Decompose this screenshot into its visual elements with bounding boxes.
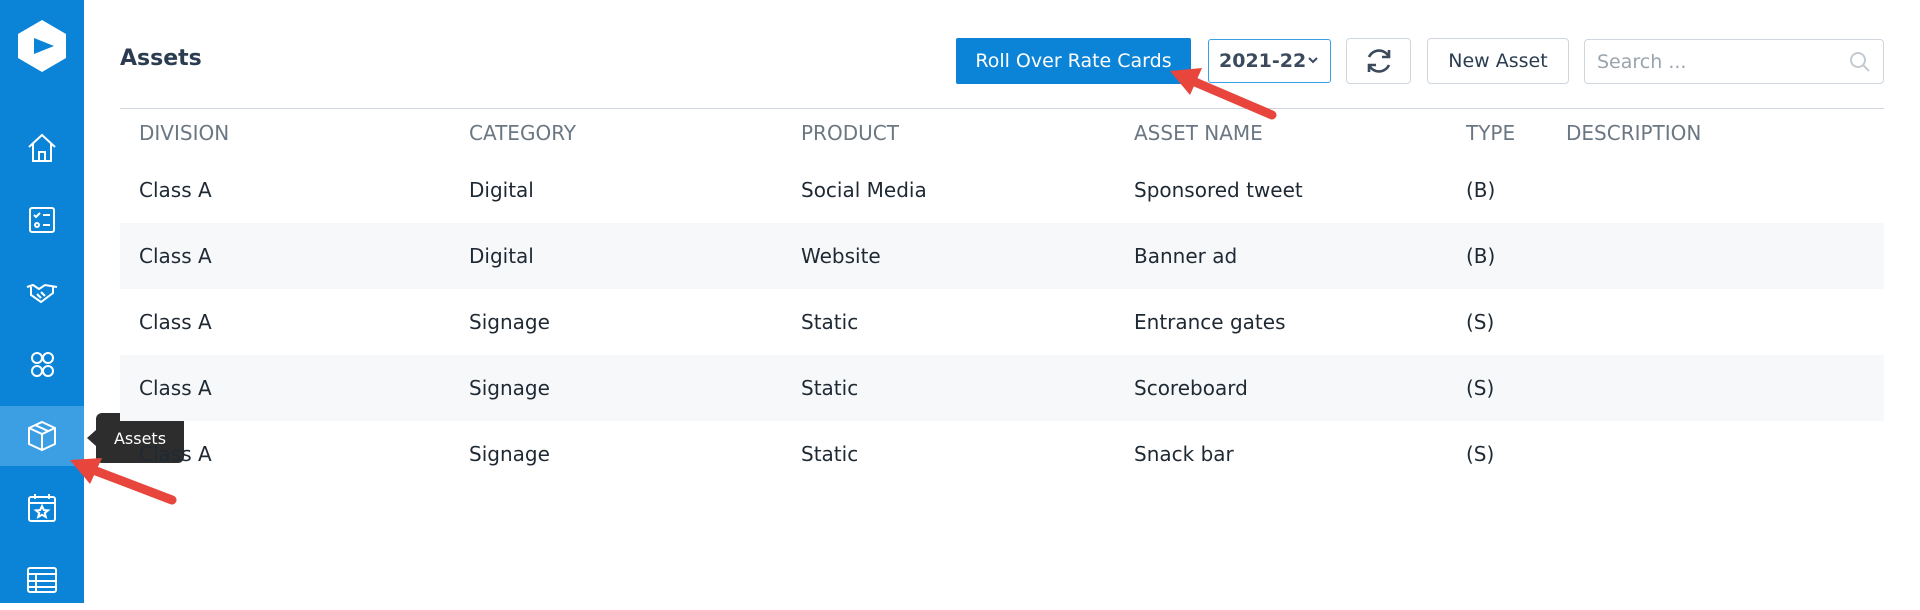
cell-type: (S) (1466, 310, 1495, 334)
cell-asset-name: Sponsored tweet (1134, 178, 1303, 202)
table-header-row: DIVISION CATEGORY PRODUCT ASSET NAME TYP… (120, 109, 1884, 157)
checklist-icon (29, 207, 55, 233)
column-header-type[interactable]: TYPE (1447, 109, 1547, 157)
cell-type: (B) (1466, 178, 1496, 202)
calendar-star-icon (28, 494, 56, 522)
cell-division: Class A (139, 178, 212, 202)
cell-division: Class A (120, 355, 450, 421)
table-icon (27, 567, 57, 593)
cell-category: Signage (450, 355, 782, 421)
refresh-icon (1367, 49, 1390, 73)
search-input[interactable] (1595, 40, 1839, 83)
cell-asset-name: Scoreboard (1115, 355, 1447, 421)
sidebar-item-assets[interactable] (0, 406, 84, 466)
cell-product: Social Media (801, 178, 927, 202)
cell-type: (S) (1447, 355, 1547, 421)
table-row[interactable]: Class A Digital Website Banner ad (B) (120, 223, 1884, 289)
refresh-button[interactable] (1346, 38, 1411, 84)
new-asset-button[interactable]: New Asset (1427, 38, 1569, 84)
handshake-icon (26, 283, 58, 304)
cell-type: (B) (1447, 223, 1547, 289)
column-header-category[interactable]: CATEGORY (450, 109, 782, 157)
cell-asset-name: Entrance gates (1134, 310, 1286, 334)
search-icon[interactable] (1849, 51, 1871, 73)
cell-category: Digital (450, 223, 782, 289)
cell-division: Class A (139, 310, 212, 334)
table-row[interactable]: Class A Signage Static Entrance gates (S… (120, 289, 1884, 355)
cell-description (1547, 355, 1884, 421)
sidebar-item-tasks[interactable] (0, 190, 84, 250)
sidebar-item-contacts[interactable] (0, 334, 84, 394)
season-select-value: 2021-22 (1219, 50, 1307, 72)
cell-description (1547, 223, 1884, 289)
cell-description (1547, 421, 1884, 487)
page-title: Assets (120, 46, 202, 71)
sidebar-item-reports[interactable] (0, 550, 84, 610)
table-row[interactable]: Class A Digital Social Media Sponsored t… (120, 157, 1884, 223)
cell-division: Class A (120, 223, 450, 289)
table-row[interactable]: Class A Signage Static Scoreboard (S) (120, 355, 1884, 421)
cell-category: Signage (469, 310, 550, 334)
users-icon (31, 352, 54, 377)
cell-division: Class A (139, 442, 212, 466)
home-icon (28, 133, 56, 162)
cell-asset-name: Banner ad (1115, 223, 1447, 289)
roll-over-rate-cards-button[interactable]: Roll Over Rate Cards (956, 38, 1191, 84)
search-box[interactable] (1584, 39, 1884, 84)
cell-asset-name: Snack bar (1134, 442, 1234, 466)
chevron-down-icon (1308, 57, 1318, 64)
cell-type: (S) (1466, 442, 1495, 466)
season-select[interactable]: 2021-22 (1208, 39, 1331, 83)
cell-description (1547, 157, 1884, 223)
column-header-product[interactable]: PRODUCT (782, 109, 1115, 157)
box-icon (28, 420, 56, 452)
cell-description (1547, 289, 1884, 355)
cell-category: Signage (469, 442, 550, 466)
cell-category: Digital (469, 178, 534, 202)
column-header-division[interactable]: DIVISION (120, 109, 450, 157)
assets-table-container: DIVISION CATEGORY PRODUCT ASSET NAME TYP… (120, 108, 1884, 487)
sidebar-item-home[interactable] (0, 118, 84, 178)
sidebar (0, 0, 84, 603)
column-header-description[interactable]: DESCRIPTION (1547, 109, 1884, 157)
assets-table: DIVISION CATEGORY PRODUCT ASSET NAME TYP… (120, 109, 1884, 487)
cell-product: Static (801, 310, 859, 334)
app-logo[interactable] (14, 18, 70, 74)
cell-product: Static (801, 442, 859, 466)
column-header-asset-name[interactable]: ASSET NAME (1115, 109, 1447, 157)
cell-product: Website (782, 223, 1115, 289)
table-row[interactable]: Class A Signage Static Snack bar (S) (120, 421, 1884, 487)
sidebar-item-events[interactable] (0, 478, 84, 538)
cell-product: Static (782, 355, 1115, 421)
sidebar-item-deals[interactable] (0, 262, 84, 322)
